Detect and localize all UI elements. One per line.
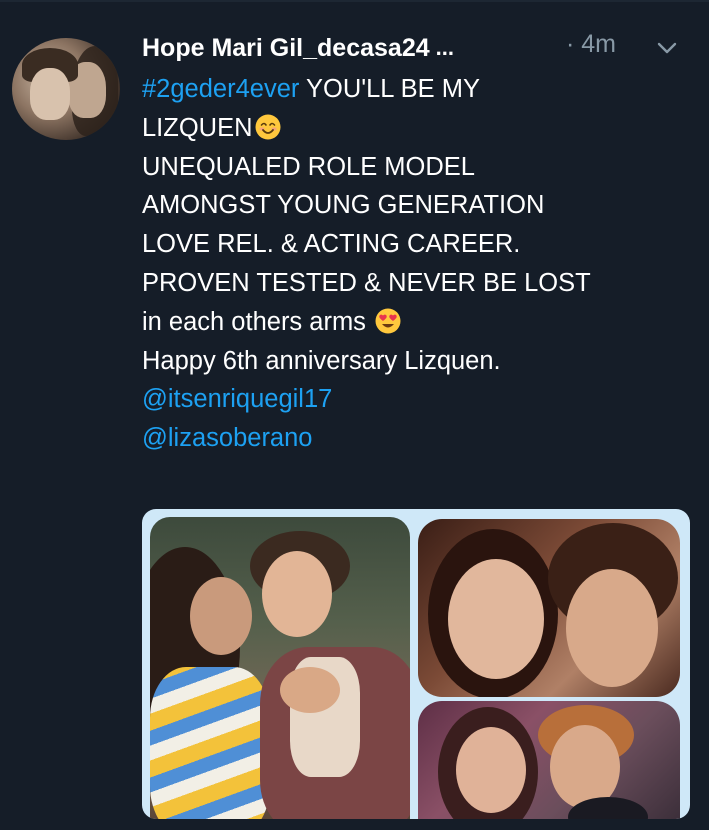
hashtag-link[interactable]: #2geder4ever <box>142 75 299 103</box>
photo-shape <box>190 577 252 655</box>
tweet-line: Happy 6th anniversary Lizquen. <box>142 342 702 381</box>
tweet-timestamp[interactable]: · 4m <box>566 30 616 59</box>
tweet-line: LOVE REL. & ACTING CAREER. <box>142 225 702 264</box>
mention-link[interactable]: @lizasoberano <box>142 424 312 452</box>
chevron-down-icon[interactable] <box>656 38 678 58</box>
photo-couple-closeup[interactable] <box>418 519 680 697</box>
avatar-face <box>30 68 70 120</box>
photo-couple-posing[interactable] <box>150 517 410 819</box>
tweet-line: AMONGST YOUNG GENERATION <box>142 186 702 225</box>
tweet-media-collage[interactable] <box>142 509 690 819</box>
mention-line: @itsenriquegil17 <box>142 380 702 419</box>
smiling-face-icon <box>255 114 281 140</box>
tweet-card[interactable]: Hope Mari Gil_decasa24 ... · 4m #2geder4… <box>0 0 709 830</box>
photo-shape <box>566 569 658 687</box>
tweet-line-text: YOU'LL BE MY <box>299 75 480 103</box>
divider <box>0 0 709 2</box>
tweet-line-text: in each others arms <box>142 307 374 336</box>
tweet-line-text: Happy 6th anniversary Lizquen. <box>142 346 501 375</box>
tweet-line: UNEQUALED ROLE MODEL <box>142 148 702 187</box>
tweet-line: PROVEN TESTED & NEVER BE LOST <box>142 264 702 303</box>
tweet-line-text: LIZQUEN <box>142 113 253 142</box>
photo-couple-event[interactable] <box>418 701 680 819</box>
heart-eyes-icon <box>375 308 401 334</box>
tweet-line: in each others arms <box>142 303 702 342</box>
mention-link[interactable]: @itsenriquegil17 <box>142 385 332 413</box>
tweet-text: #2geder4ever YOU'LL BE MY LIZQUEN UNEQUA… <box>142 70 702 458</box>
photo-shape <box>280 667 340 713</box>
photo-shape <box>448 559 544 679</box>
photo-shape <box>456 727 526 813</box>
photo-shape <box>150 667 270 819</box>
name-truncation: ... <box>435 35 454 60</box>
tweet-line-text: AMONGST YOUNG GENERATION <box>142 191 545 220</box>
mention-line: @lizasoberano <box>142 419 702 458</box>
photo-shape <box>262 551 332 637</box>
tweet-line-text: LOVE REL. & ACTING CAREER. <box>142 230 521 259</box>
avatar[interactable] <box>12 38 120 140</box>
author-name[interactable]: Hope Mari Gil_decasa24 <box>142 34 430 63</box>
tweet-line-text: PROVEN TESTED & NEVER BE LOST <box>142 268 591 297</box>
tweet-line-text: UNEQUALED ROLE MODEL <box>142 152 475 181</box>
tweet-line: LIZQUEN <box>142 109 702 148</box>
tweet-line: #2geder4ever YOU'LL BE MY <box>142 70 702 109</box>
